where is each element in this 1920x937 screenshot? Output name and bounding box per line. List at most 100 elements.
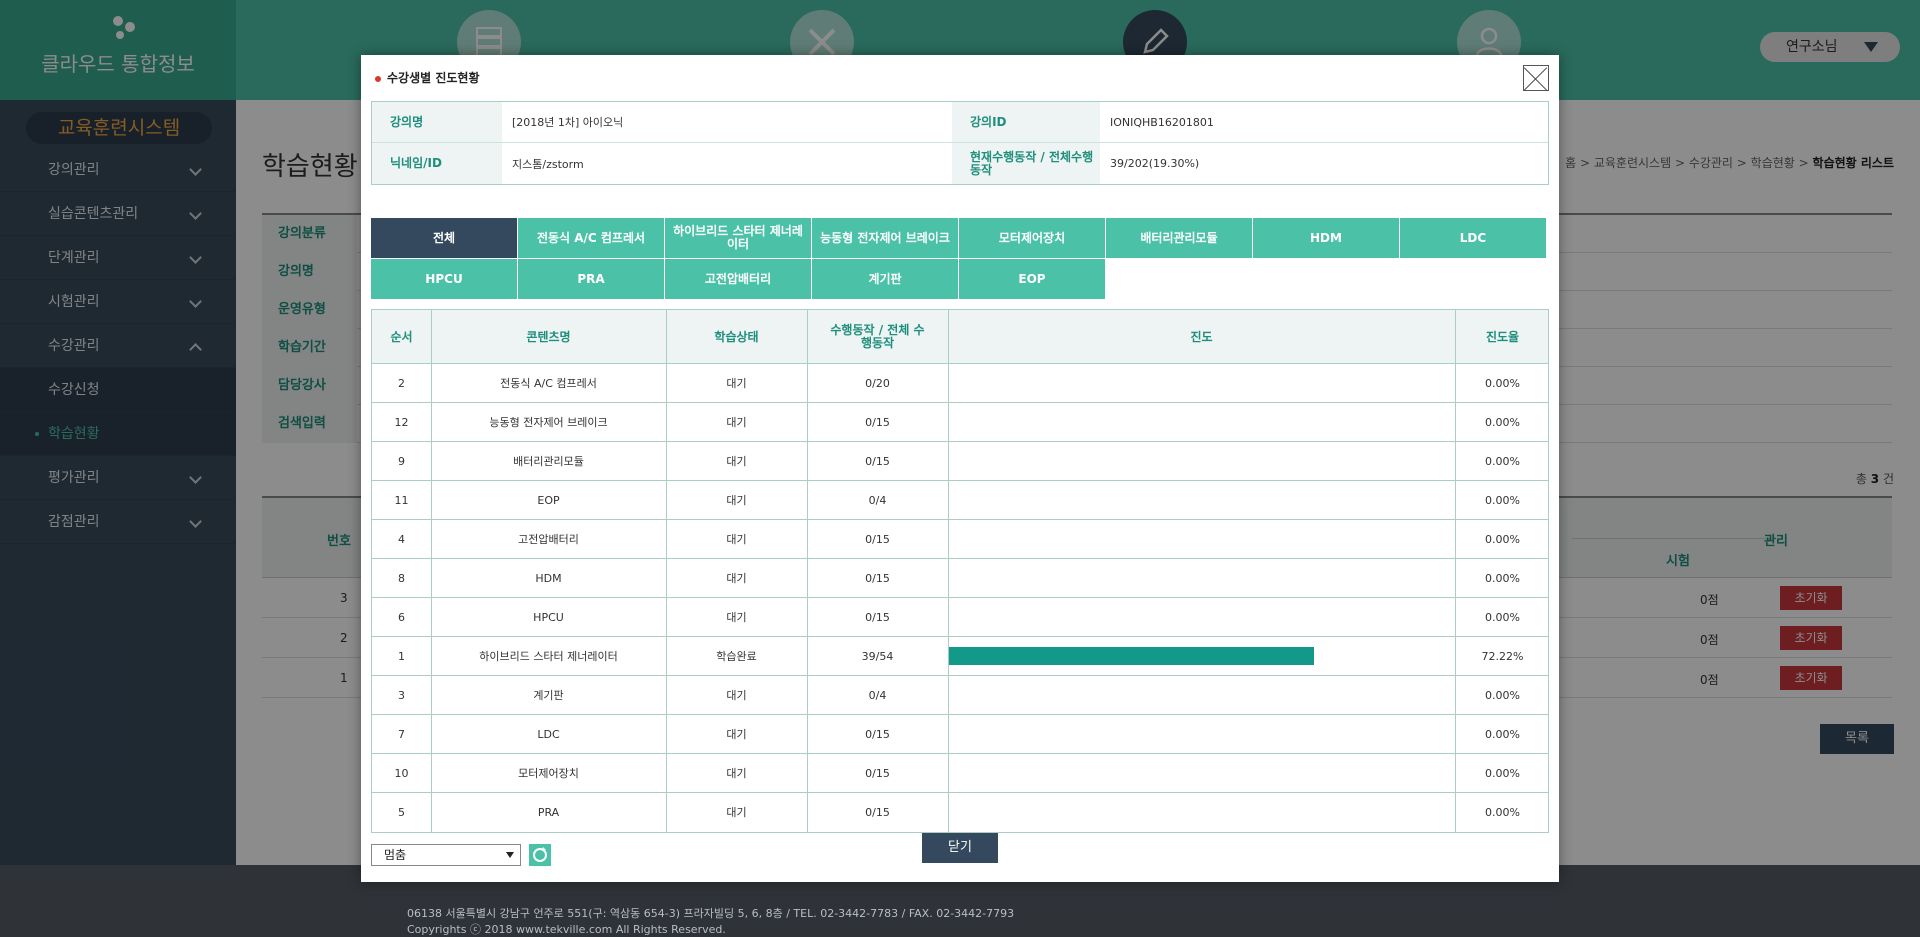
cell-rate: 0.00% — [1485, 688, 1520, 702]
tab-pra[interactable]: PRA — [518, 259, 664, 299]
cell-status: 대기 — [726, 377, 747, 390]
cell-actions: 0/4 — [868, 493, 887, 507]
cell-content: 고전압배터리 — [518, 533, 579, 546]
cell-progress — [948, 598, 1455, 636]
cell-actions: 0/4 — [868, 688, 887, 702]
cell-status: 대기 — [726, 416, 747, 429]
cell-progress — [948, 676, 1455, 714]
cell-progress — [948, 442, 1455, 480]
cell-order: 2 — [398, 376, 405, 390]
cell-order: 7 — [398, 727, 405, 741]
table-row: 11 EOP 대기 0/4 0.00% — [372, 481, 1548, 520]
cell-content: 능동형 전자제어 브레이크 — [489, 416, 608, 429]
course-info-table: 강의명 [2018년 1차] 아이오닉 강의ID IONIQHB16201801… — [371, 101, 1549, 185]
tab-all[interactable]: 전체 — [371, 218, 517, 258]
tab-eop[interactable]: EOP — [959, 259, 1105, 299]
course-name-label: 강의명 — [372, 102, 502, 142]
tab-bms[interactable]: 배터리관리모듈 — [1106, 218, 1252, 258]
progress-bar — [948, 647, 1314, 665]
nickname-value: 지스톰/zstorm — [512, 157, 584, 171]
table-row: 8 HDM 대기 0/15 0.00% — [372, 559, 1548, 598]
cell-order: 4 — [398, 532, 405, 546]
cell-content: HDM — [535, 571, 562, 585]
cell-rate: 72.22% — [1481, 649, 1524, 663]
cell-status: 대기 — [726, 572, 747, 585]
cell-rate: 0.00% — [1485, 415, 1520, 429]
column-divider — [1455, 310, 1456, 832]
cell-status: 대기 — [726, 767, 747, 780]
close-icon[interactable] — [1523, 65, 1549, 91]
cell-rate: 0.00% — [1485, 493, 1520, 507]
cell-status: 대기 — [726, 533, 747, 546]
refresh-button[interactable] — [529, 844, 551, 866]
cell-order: 11 — [394, 493, 409, 507]
cell-rate: 0.00% — [1485, 766, 1520, 780]
table-row: 12 능동형 전자제어 브레이크 대기 0/15 0.00% — [372, 403, 1548, 442]
cell-order: 5 — [398, 805, 405, 819]
table-row: 2 전동식 A/C 컴프레서 대기 0/20 0.00% — [372, 364, 1548, 403]
tab-brake[interactable]: 능동형 전자제어 브레이크 — [812, 218, 958, 258]
cell-actions: 0/15 — [865, 532, 890, 546]
cell-rate: 0.00% — [1485, 454, 1520, 468]
cell-actions: 0/15 — [865, 727, 890, 741]
cell-rate: 0.00% — [1485, 805, 1520, 819]
cell-content: LDC — [537, 727, 560, 741]
cell-content: 모터제어장치 — [518, 767, 579, 780]
tab-ac-compressor[interactable]: 전동식 A/C 컴프레서 — [518, 218, 664, 258]
progress-table-header: 순서 콘텐츠명 학습상태 수행동작 / 전체 수행동작 진도 진도율 — [372, 310, 1548, 364]
cell-status: 대기 — [726, 728, 747, 741]
select-arrow-icon — [506, 852, 514, 858]
info-row: 닉네임/ID 지스톰/zstorm 현재수행동작 / 전체수행동작 39/202… — [372, 143, 1548, 184]
cell-rate: 0.00% — [1485, 571, 1520, 585]
tab-hdm[interactable]: HDM — [1253, 218, 1399, 258]
course-name-value: [2018년 1차] 아이오닉 — [512, 116, 624, 129]
cell-status: 학습완료 — [716, 650, 757, 663]
cell-actions: 0/15 — [865, 805, 890, 819]
cell-progress — [948, 364, 1455, 402]
cell-order: 3 — [398, 688, 405, 702]
cell-status: 대기 — [726, 611, 747, 624]
cell-content: 배터리관리모듈 — [513, 455, 584, 468]
title-dot-icon — [375, 75, 381, 82]
column-divider — [666, 310, 667, 832]
tab-motor[interactable]: 모터제어장치 — [959, 218, 1105, 258]
cell-actions: 0/15 — [865, 766, 890, 780]
tab-cluster[interactable]: 계기판 — [812, 259, 958, 299]
cell-status: 대기 — [726, 494, 747, 507]
close-button[interactable]: 닫기 — [922, 833, 998, 863]
cell-order: 1 — [398, 649, 405, 663]
tab-hpcu[interactable]: HPCU — [371, 259, 517, 299]
tab-hv-battery[interactable]: 고전압배터리 — [665, 259, 811, 299]
progress-value: 39/202(19.30%) — [1110, 157, 1200, 170]
header-rate: 진도율 — [1485, 329, 1520, 344]
cell-progress — [948, 754, 1455, 792]
tab-hsg[interactable]: 하이브리드 스타터 제너레이터 — [665, 218, 811, 258]
cell-rate: 0.00% — [1485, 727, 1520, 741]
header-status: 학습상태 — [714, 329, 759, 344]
cell-actions: 0/15 — [865, 610, 890, 624]
cell-progress — [948, 793, 1455, 831]
cell-rate: 0.00% — [1485, 376, 1520, 390]
cell-order: 12 — [394, 415, 409, 429]
table-row: 7 LDC 대기 0/15 0.00% — [372, 715, 1548, 754]
cell-order: 6 — [398, 610, 405, 624]
cell-progress — [948, 715, 1455, 753]
cell-order: 10 — [394, 766, 409, 780]
column-divider — [431, 310, 432, 832]
cell-progress — [948, 637, 1455, 675]
tab-ldc[interactable]: LDC — [1400, 218, 1546, 258]
cell-status: 대기 — [726, 455, 747, 468]
nickname-label: 닉네임/ID — [372, 143, 502, 184]
table-row: 3 계기판 대기 0/4 0.00% — [372, 676, 1548, 715]
cell-content: 전동식 A/C 컴프레서 — [500, 377, 597, 390]
progress-table: 순서 콘텐츠명 학습상태 수행동작 / 전체 수행동작 진도 진도율 2 전동식 … — [371, 309, 1549, 833]
cell-progress — [948, 520, 1455, 558]
cell-content: EOP — [537, 493, 560, 507]
refresh-icon — [533, 847, 547, 862]
table-row: 1 하이브리드 스타터 제너레이터 학습완료 39/54 72.22% — [372, 637, 1548, 676]
footer-address: 06138 서울특별시 강남구 언주로 551(구: 역삼동 654-3) 프라… — [407, 907, 1015, 920]
sort-select[interactable]: 멈춤 — [371, 844, 521, 866]
table-row: 10 모터제어장치 대기 0/15 0.00% — [372, 754, 1548, 793]
cell-progress — [948, 559, 1455, 597]
cell-order: 9 — [398, 454, 405, 468]
